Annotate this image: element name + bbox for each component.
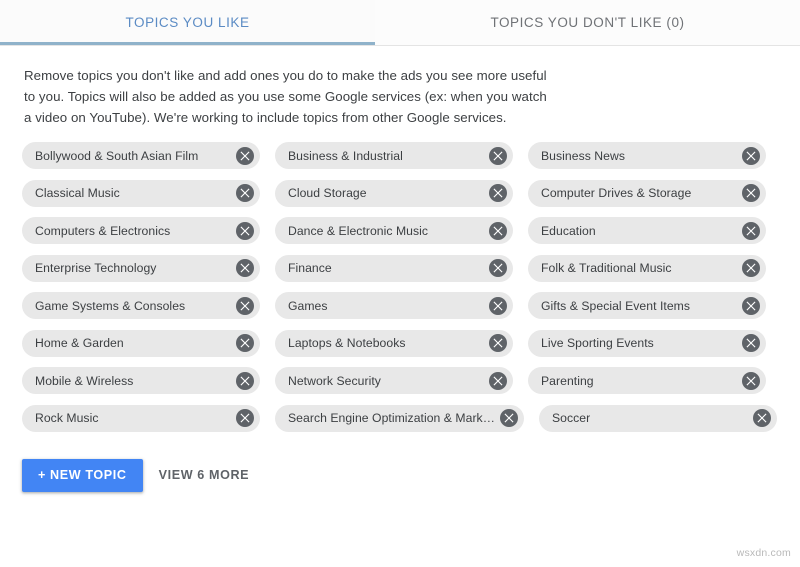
close-circle-icon[interactable] (236, 296, 254, 315)
close-circle-icon[interactable] (236, 334, 254, 352)
topic-chip[interactable]: Parenting (528, 367, 766, 394)
close-circle-icon[interactable] (742, 146, 760, 165)
topic-chip-row: Enterprise Technology Finance Folk & Tradi… (22, 254, 782, 282)
topic-chip-row: Rock Music Search Engine Optimization & M… (22, 404, 782, 432)
topic-chip-label: Folk & Traditional Music (541, 261, 672, 275)
watermark: wsxdn.com (736, 547, 791, 559)
topic-chip-label: Mobile & Wireless (35, 373, 134, 388)
close-circle-icon[interactable] (489, 296, 507, 315)
topic-chip-label: Parenting (541, 373, 594, 388)
close-circle-icon[interactable] (236, 221, 254, 240)
topic-chip-label: Cloud Storage (288, 186, 367, 200)
topic-chip[interactable]: Classical Music (22, 179, 260, 207)
close-circle-icon[interactable] (236, 409, 254, 427)
close-circle-icon[interactable] (499, 409, 518, 427)
topic-chip[interactable]: Network Security (275, 367, 513, 394)
close-circle-icon[interactable] (742, 371, 760, 390)
tab-label: TOPICS YOU LIKE (125, 15, 250, 30)
topic-chip[interactable]: Finance (275, 254, 513, 282)
topic-chip[interactable]: Games (275, 292, 513, 319)
close-circle-icon[interactable] (236, 371, 254, 390)
close-circle-icon[interactable] (742, 334, 760, 352)
tab-topics-you-like[interactable]: TOPICS YOU LIKE (0, 0, 375, 45)
topic-chip-label: Laptops & Notebooks (288, 336, 406, 350)
topic-chip-label: Gifts & Special Event Items (541, 298, 691, 313)
topic-chip-label: Rock Music (35, 411, 99, 425)
topic-chip-label: Enterprise Technology (35, 261, 157, 275)
topic-chip[interactable]: Business & Industrial (275, 142, 513, 169)
topic-chip-row: Mobile & Wireless Network Security Parenti… (22, 367, 782, 394)
topic-chip[interactable]: Folk & Traditional Music (528, 254, 766, 282)
topic-chip-label: Network Security (288, 373, 381, 388)
close-circle-icon[interactable] (489, 221, 507, 240)
topic-chip[interactable]: Live Sporting Events (528, 329, 766, 357)
topic-chip-label: Business News (541, 148, 625, 163)
topic-chip[interactable]: Business News (528, 142, 766, 169)
view-more-link[interactable]: VIEW 6 MORE (159, 468, 250, 482)
topic-chip-grid: Bollywood & South Asian Film Business & I… (0, 128, 800, 432)
new-topic-button[interactable]: + NEW TOPIC (22, 458, 143, 492)
active-tab-indicator (0, 42, 375, 45)
topic-chip-label: Computer Drives & Storage (541, 186, 692, 200)
topic-chip-row: Classical Music Cloud Storage Computer Dri… (22, 179, 782, 207)
topic-chip[interactable]: Gifts & Special Event Items (528, 292, 766, 319)
close-circle-icon[interactable] (236, 184, 254, 202)
topic-chip-label: Education (541, 223, 596, 238)
close-circle-icon[interactable] (742, 259, 760, 277)
topic-chip-row: Bollywood & South Asian Film Business & I… (22, 142, 782, 169)
topic-chip-label: Soccer (551, 411, 591, 425)
topic-chip[interactable]: Game Systems & Consoles (22, 292, 260, 319)
topic-chip[interactable]: Computers & Electronics (22, 217, 260, 244)
close-circle-icon[interactable] (742, 184, 760, 202)
topic-chip[interactable]: Bollywood & South Asian Film (22, 142, 260, 169)
topic-chip-label: Finance (288, 261, 332, 275)
topic-chip[interactable]: Cloud Storage (275, 179, 513, 207)
tab-bar: TOPICS YOU LIKE TOPICS YOU DON'T LIKE (0… (0, 0, 800, 46)
topic-chip[interactable]: Soccer (538, 404, 777, 432)
close-circle-icon[interactable] (489, 371, 507, 390)
topic-chip[interactable]: Laptops & Notebooks (275, 329, 513, 357)
close-circle-icon[interactable] (489, 259, 507, 277)
close-circle-icon[interactable] (742, 296, 760, 315)
page-description: Remove topics you don't like and add one… (24, 68, 547, 125)
topic-chip-label: Bollywood & South Asian Film (35, 148, 199, 163)
topic-chip[interactable]: Mobile & Wireless (22, 367, 260, 394)
topic-chip-row: Game Systems & Consoles Games Gifts & Spec… (22, 292, 782, 319)
topic-chip[interactable]: Home & Garden (22, 329, 260, 357)
close-circle-icon[interactable] (236, 259, 254, 277)
topic-chip[interactable]: Rock Music (22, 404, 260, 432)
tab-topics-you-dont-like[interactable]: TOPICS YOU DON'T LIKE (0) (375, 0, 800, 45)
topic-chip[interactable]: Dance & Electronic Music (275, 217, 513, 244)
topic-chip-label: Games (288, 298, 328, 313)
topic-chip-row: Computers & Electronics Dance & Electroni… (22, 217, 782, 244)
action-bar: + NEW TOPIC VIEW 6 MORE (0, 432, 800, 492)
topic-chip[interactable]: Computer Drives & Storage (528, 179, 766, 207)
topic-chip-label: Classical Music (35, 186, 120, 200)
close-circle-icon[interactable] (489, 184, 507, 202)
topic-chip-label: Search Engine Optimization & Mark… (288, 411, 495, 425)
topic-chip-label: Game Systems & Consoles (35, 298, 186, 313)
topic-chip-label: Home & Garden (35, 336, 124, 350)
topic-chip[interactable]: Search Engine Optimization & Mark… (275, 404, 524, 432)
topic-chip-label: Business & Industrial (288, 148, 403, 163)
close-circle-icon[interactable] (489, 334, 507, 352)
close-circle-icon[interactable] (752, 409, 771, 427)
topic-chip-label: Live Sporting Events (541, 336, 654, 350)
topic-chip[interactable]: Education (528, 217, 766, 244)
topic-chip-label: Dance & Electronic Music (288, 223, 429, 238)
close-circle-icon[interactable] (236, 146, 254, 165)
tab-label: TOPICS YOU DON'T LIKE (0) (490, 15, 685, 30)
topic-chip-row: Home & Garden Laptops & Notebooks Live Spo… (22, 329, 782, 357)
close-circle-icon[interactable] (742, 221, 760, 240)
topic-chip-label: Computers & Electronics (35, 223, 171, 238)
close-circle-icon[interactable] (489, 146, 507, 165)
topic-chip[interactable]: Enterprise Technology (22, 254, 260, 282)
